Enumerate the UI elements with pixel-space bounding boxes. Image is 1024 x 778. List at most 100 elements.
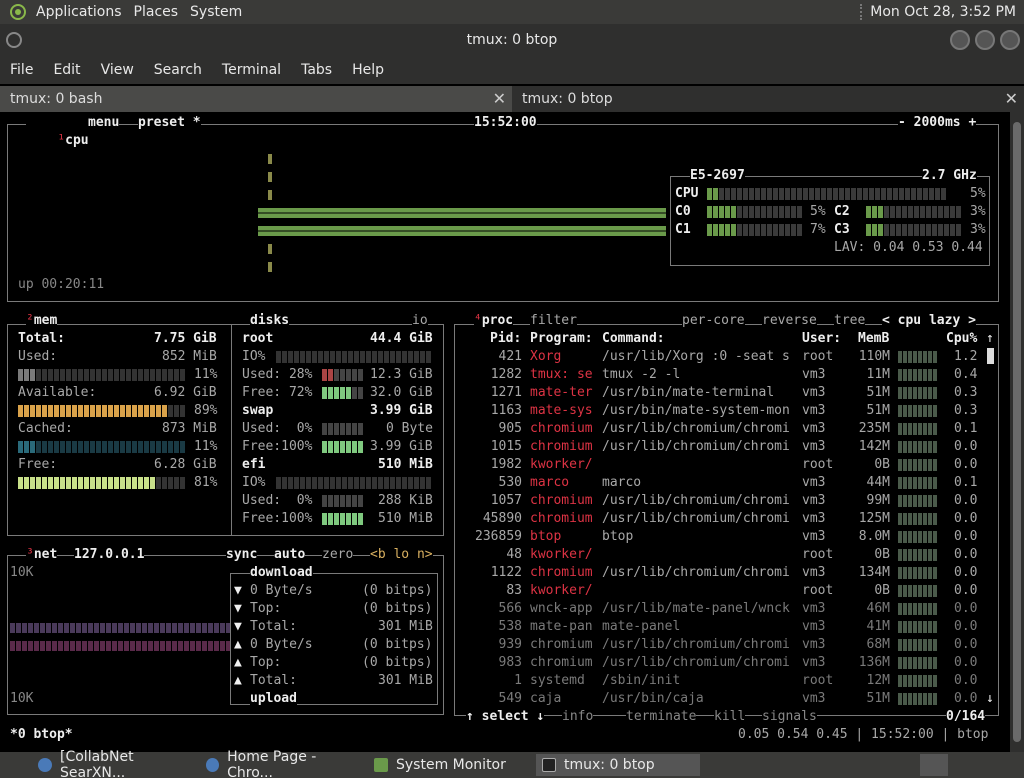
proc-select[interactable]: ↑ select ↓ (466, 709, 544, 724)
proc-kill-button[interactable]: kill (714, 708, 746, 726)
proc-user: vm3 (802, 601, 826, 616)
cpu-interval[interactable]: - 2000ms + (898, 114, 977, 132)
menu-terminal[interactable]: Terminal (212, 62, 291, 78)
col-memb[interactable]: MemB (858, 330, 889, 348)
net-arrow: ▲ (234, 673, 242, 688)
window-menu-icon[interactable] (6, 32, 22, 48)
disks-io-toggle[interactable]: io (412, 312, 428, 330)
applications-menu[interactable]: Applications (30, 4, 128, 20)
meter-segment (396, 477, 401, 489)
close-tab-icon[interactable]: ✕ (1005, 89, 1018, 108)
proc-info-button[interactable]: info (562, 708, 594, 726)
meter-segment (725, 224, 730, 236)
taskbar-item-tmux[interactable]: tmux: 0 btop (536, 754, 700, 776)
system-menu[interactable]: System (184, 4, 248, 20)
terminal-scrollbar[interactable] (1010, 112, 1024, 752)
proc-select-control[interactable]: ↑ select ↓ (466, 708, 545, 726)
meter-segment (408, 351, 413, 363)
proc-title[interactable]: proc (482, 313, 513, 328)
disks-title[interactable]: disks (250, 312, 290, 330)
meter-segment (334, 369, 339, 381)
meter-segment (358, 495, 363, 507)
col-cpu[interactable]: Cpu% (946, 330, 977, 348)
window-titlebar[interactable]: tmux: 0 btop (0, 24, 1024, 56)
menu-search[interactable]: Search (144, 62, 212, 78)
core-pct: 5% (810, 204, 826, 219)
col-command[interactable]: Command: (602, 330, 665, 348)
meter-segment (168, 441, 173, 453)
meter-segment (24, 405, 29, 417)
meter-segment (929, 188, 934, 200)
scroll-up-icon[interactable]: ↑ (986, 330, 994, 348)
taskbar-item-system-monitor[interactable]: System Monitor (368, 754, 532, 776)
cpu-core-label: C2 (834, 204, 850, 219)
close-tab-icon[interactable]: ✕ (493, 89, 506, 108)
cpu-menu-button[interactable]: menu (88, 114, 120, 132)
meter-segment (366, 477, 371, 489)
menu-view[interactable]: View (91, 62, 144, 78)
col-user[interactable]: User: (802, 330, 841, 348)
net-zero-button[interactable]: zero (322, 546, 354, 564)
menu-file[interactable]: File (0, 62, 43, 78)
terminal-area[interactable]: ¹cpu menu preset * 15:52:00 - 2000ms + E… (0, 112, 1010, 752)
col-program[interactable]: Program: (530, 330, 593, 348)
net-sync-toggle[interactable]: sync (226, 546, 258, 564)
proc-command: mate-panel (602, 619, 681, 634)
mem-title[interactable]: mem (34, 313, 57, 328)
minimize-icon[interactable] (950, 30, 970, 50)
meter-segment (114, 441, 119, 453)
menu-tabs[interactable]: Tabs (291, 62, 342, 78)
cpu-title[interactable]: cpu (65, 133, 88, 148)
tab-btop[interactable]: tmux: 0 btop ✕ (512, 86, 1024, 112)
places-menu[interactable]: Places (128, 4, 185, 20)
proc-user: vm3 (802, 637, 826, 652)
proc-filter-button[interactable]: filter (530, 312, 577, 330)
meter-segment (312, 477, 317, 489)
meter-segment (42, 477, 47, 489)
meter-segment (90, 477, 95, 489)
proc-sort-selector[interactable]: < cpu lazy > (882, 312, 976, 330)
meter-segment (48, 477, 53, 489)
menubar: File Edit View Search Terminal Tabs Help (0, 56, 1024, 84)
tab-bash[interactable]: tmux: 0 bash ✕ (0, 86, 512, 112)
scroll-down-icon[interactable]: ↓ (986, 690, 994, 708)
proc-terminate-button[interactable]: terminate (626, 708, 697, 726)
disk-efi-size: 510 MiB (378, 457, 433, 472)
menu-help[interactable]: Help (342, 62, 394, 78)
mate-logo-icon[interactable] (10, 4, 26, 20)
meter-segment (872, 206, 877, 218)
meter-segment (779, 188, 784, 200)
meter-segment (36, 441, 41, 453)
taskbar-label: tmux: 0 btop (564, 757, 655, 773)
proc-tree-toggle[interactable]: tree (834, 312, 866, 330)
proc-program: mate-pan (530, 619, 593, 634)
proc-scroll-thumb[interactable] (987, 348, 994, 364)
scrollbar-thumb[interactable] (1013, 122, 1021, 742)
net-iface-nav[interactable]: <b lo n> (370, 546, 433, 564)
close-window-icon[interactable] (1000, 30, 1020, 50)
taskbar-item-home-page[interactable]: Home Page - Chro... (200, 749, 364, 778)
proc-reverse-toggle[interactable]: reverse (762, 312, 817, 330)
meter-segment (878, 224, 883, 236)
tmux-window-list[interactable]: *0 btop* (10, 726, 73, 744)
meter-segment (773, 224, 778, 236)
meter-segment (108, 477, 113, 489)
net-title[interactable]: net (34, 547, 57, 562)
taskbar-item-searxng[interactable]: [CollabNet SearXN... (0, 749, 196, 778)
meter-segment (72, 405, 77, 417)
net-scale-top: 10K (10, 565, 34, 580)
show-desktop-icon[interactable] (920, 754, 948, 776)
panel-clock[interactable]: Mon Oct 28, 3:52 PM (870, 4, 1016, 20)
meter-segment (749, 188, 754, 200)
taskbar: [CollabNet SearXN... Home Page - Chro...… (0, 749, 1024, 778)
net-auto-toggle[interactable]: auto (274, 546, 306, 564)
proc-signals-button[interactable]: signals (762, 708, 817, 726)
mem-hotkey: ² (26, 313, 34, 328)
menu-edit[interactable]: Edit (43, 62, 90, 78)
proc-percore-toggle[interactable]: per-core (682, 312, 745, 330)
meter-segment (390, 477, 395, 489)
proc-program: tmux: se (530, 367, 593, 382)
col-pid[interactable]: Pid: (490, 330, 521, 348)
cpu-preset-button[interactable]: preset * (138, 114, 201, 132)
maximize-icon[interactable] (975, 30, 995, 50)
